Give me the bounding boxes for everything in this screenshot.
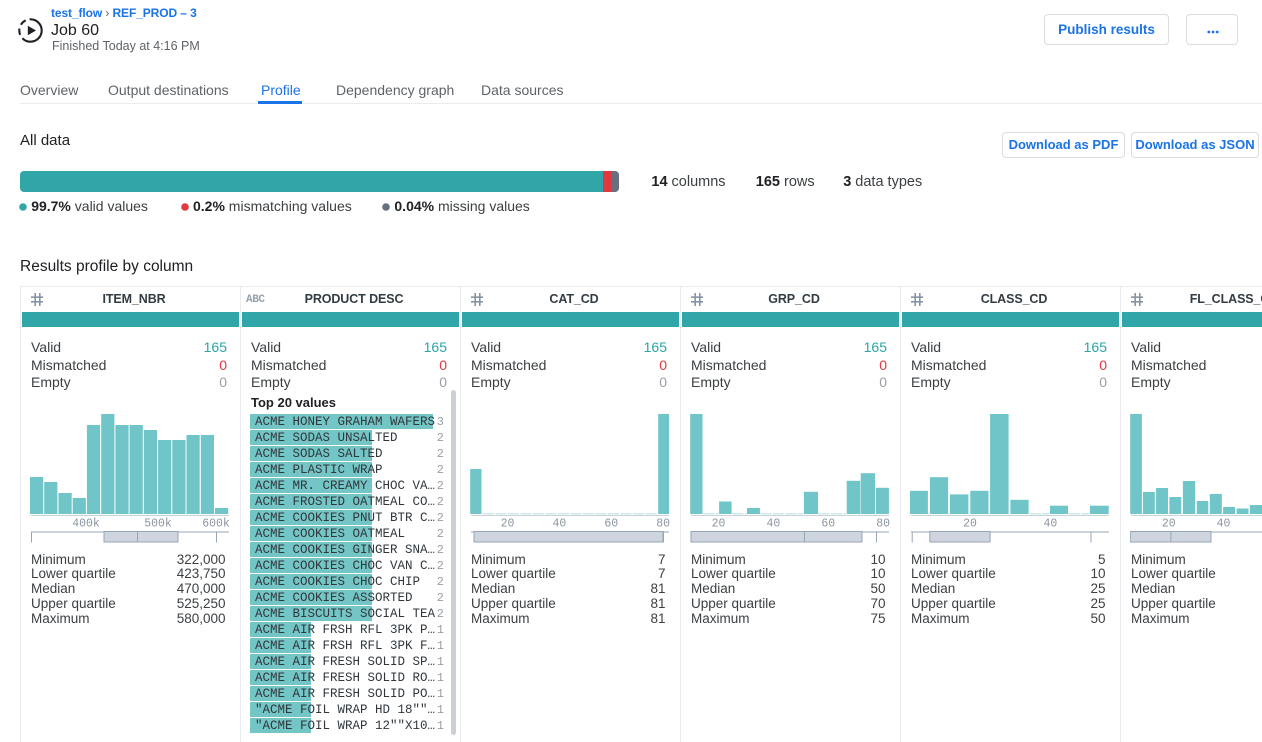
svg-text:20: 20 — [963, 518, 977, 531]
svg-text:20: 20 — [501, 518, 515, 531]
svg-text:40: 40 — [552, 518, 566, 531]
svg-text:60: 60 — [604, 518, 618, 531]
svg-text:400k: 400k — [72, 518, 100, 531]
svg-text:40: 40 — [1217, 518, 1231, 531]
svg-text:80: 80 — [876, 518, 890, 531]
svg-text:20: 20 — [1162, 518, 1176, 531]
svg-text:40: 40 — [766, 518, 780, 531]
svg-text:80: 80 — [656, 518, 670, 531]
svg-text:600k: 600k — [202, 518, 230, 531]
svg-text:40: 40 — [1043, 518, 1057, 531]
svg-text:60: 60 — [821, 518, 835, 531]
svg-text:500k: 500k — [144, 518, 172, 531]
svg-text:20: 20 — [712, 518, 726, 531]
